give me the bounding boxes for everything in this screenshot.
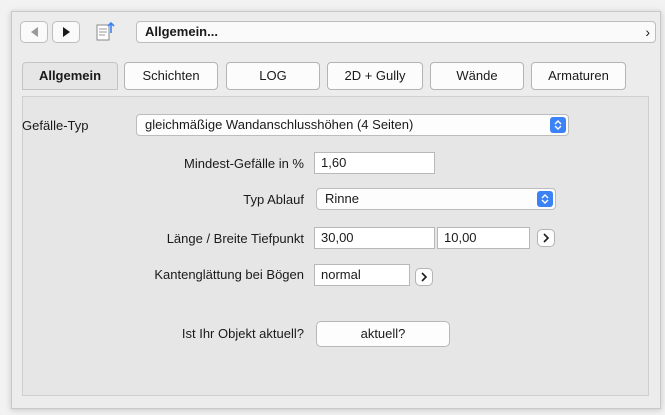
popup-arrows-icon: [537, 191, 553, 207]
laenge-input[interactable]: 30,00: [314, 227, 435, 249]
document-button[interactable]: [90, 20, 120, 44]
panel: Allgemein... › Allgemein Schichten LOG 2…: [11, 11, 661, 409]
aktuell-label: Ist Ihr Objekt aktuell?: [181, 326, 304, 341]
popup-arrows-icon: [550, 117, 566, 133]
tab-armaturen[interactable]: Armaturen: [531, 62, 626, 90]
gefaelle-typ-label: Gefälle-Typ: [22, 118, 89, 133]
mindest-gefaelle-input[interactable]: 1,60: [314, 152, 435, 174]
laenge-breite-label: Länge / Breite Tiefpunkt: [166, 231, 304, 246]
back-button[interactable]: [20, 21, 48, 43]
typ-ablauf-label: Typ Ablauf: [243, 192, 304, 207]
gefaelle-typ-popup[interactable]: gleichmäßige Wandanschlusshöhen (4 Seite…: [136, 114, 569, 136]
path-field[interactable]: Allgemein... ›: [136, 21, 656, 43]
tab-log[interactable]: LOG: [226, 62, 320, 90]
path-label: Allgemein...: [145, 24, 218, 39]
laenge-breite-detail-button[interactable]: [537, 229, 555, 247]
triangle-left-icon: [30, 27, 38, 37]
gefaelle-typ-value: gleichmäßige Wandanschlusshöhen (4 Seite…: [145, 117, 414, 132]
tab-schichten[interactable]: Schichten: [124, 62, 218, 90]
breite-input[interactable]: 10,00: [437, 227, 530, 249]
tab-2d-gully[interactable]: 2D + Gully: [327, 62, 423, 90]
typ-ablauf-value: Rinne: [325, 191, 359, 206]
triangle-right-icon: [62, 27, 70, 37]
aktuell-button[interactable]: aktuell?: [316, 321, 450, 347]
kantenglaettung-detail-button[interactable]: [415, 268, 433, 286]
chevron-right-icon[interactable]: ›: [645, 22, 650, 42]
typ-ablauf-popup[interactable]: Rinne: [316, 188, 556, 210]
mindest-gefaelle-label: Mindest-Gefälle in %: [184, 156, 304, 171]
kantenglaettung-input[interactable]: normal: [314, 264, 410, 286]
kantenglaettung-label: Kantenglättung bei Bögen: [154, 267, 304, 282]
chevron-right-icon: [543, 233, 550, 243]
forward-button[interactable]: [52, 21, 80, 43]
tab-allgemein[interactable]: Allgemein: [22, 62, 118, 90]
tab-waende[interactable]: Wände: [430, 62, 524, 90]
chevron-right-icon: [421, 272, 428, 282]
document-up-icon: [96, 21, 115, 41]
